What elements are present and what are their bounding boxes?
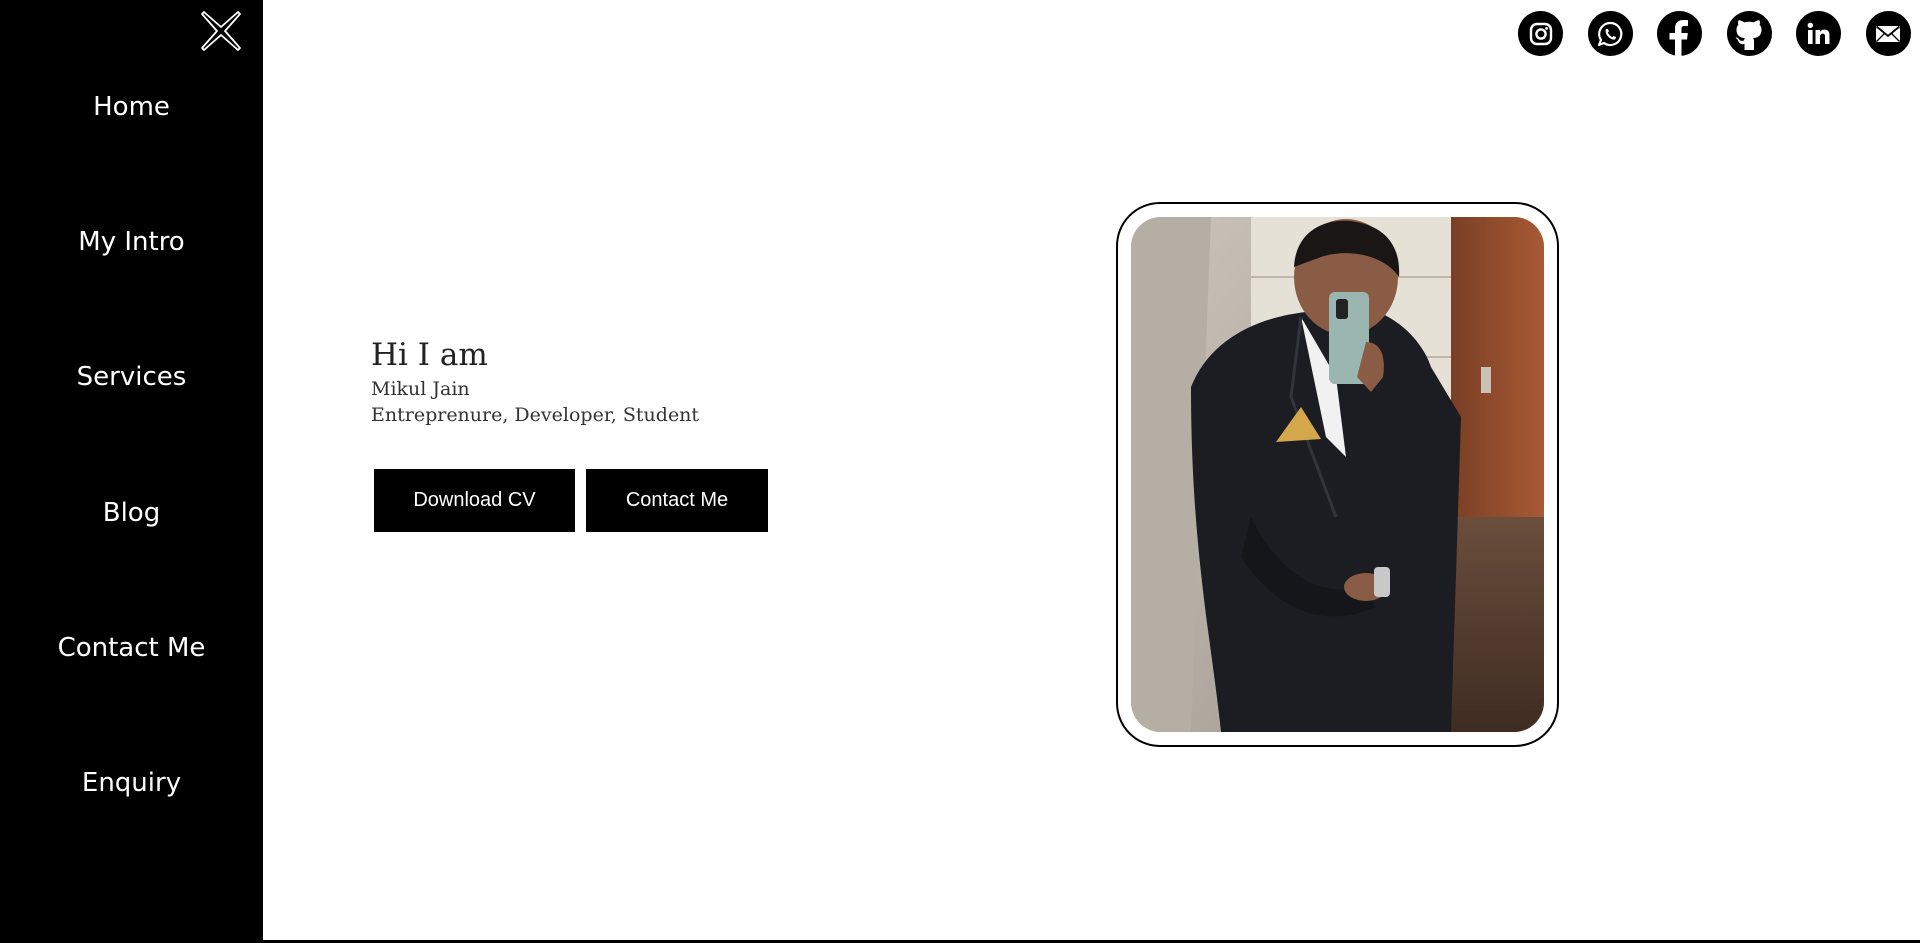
nav-item-my-intro[interactable]: My Intro	[0, 222, 263, 262]
nav-item-contact-me[interactable]: Contact Me	[0, 628, 263, 668]
intro-greeting: Hi I am	[371, 337, 488, 373]
intro-roles: Entreprenure, Developer, Student	[371, 404, 700, 426]
page: Home My Intro Services Blog Contact Me E…	[0, 0, 1920, 943]
linkedin-icon[interactable]	[1796, 11, 1841, 56]
instagram-icon[interactable]	[1518, 11, 1563, 56]
close-x-icon[interactable]	[200, 10, 242, 52]
download-cv-button[interactable]: Download CV	[374, 469, 575, 532]
contact-me-button[interactable]: Contact Me	[586, 469, 768, 532]
intro-name: Mikul Jain	[371, 378, 470, 400]
email-icon[interactable]	[1865, 11, 1911, 56]
sidebar-nav: Home My Intro Services Blog Contact Me E…	[0, 0, 263, 943]
github-icon[interactable]	[1726, 11, 1772, 56]
nav-item-enquiry[interactable]: Enquiry	[0, 763, 263, 803]
facebook-icon[interactable]	[1657, 11, 1702, 56]
whatsapp-icon[interactable]	[1587, 11, 1633, 56]
profile-photo	[1131, 217, 1544, 732]
nav-item-blog[interactable]: Blog	[0, 493, 263, 533]
nav-item-home[interactable]: Home	[0, 87, 263, 127]
intro-section: Hi I am Mikul Jain Entreprenure, Develop…	[371, 334, 699, 428]
profile-photo-frame	[1116, 202, 1559, 747]
nav-item-services[interactable]: Services	[0, 357, 263, 397]
social-links	[1518, 11, 1911, 56]
